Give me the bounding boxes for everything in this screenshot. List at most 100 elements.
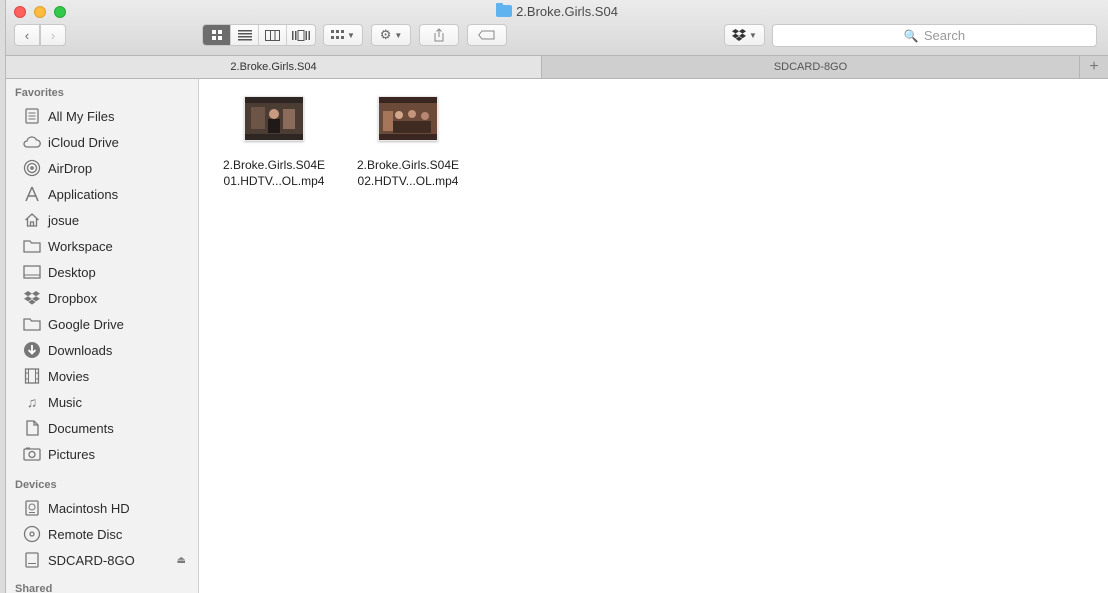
- sidebar-item-dropbox[interactable]: Dropbox: [22, 287, 192, 309]
- sidebar-item-pictures[interactable]: Pictures: [22, 443, 192, 465]
- coverflow-view-button[interactable]: [287, 25, 315, 45]
- plus-icon: +: [1089, 58, 1099, 75]
- back-button[interactable]: ‹: [14, 24, 40, 46]
- sidebar-item-movies[interactable]: Movies: [22, 365, 192, 387]
- dropbox-icon: [732, 29, 747, 41]
- sidebar-item-all-my-files[interactable]: All My Files: [22, 105, 192, 127]
- sidebar-item-label: Pictures: [48, 446, 95, 462]
- sidebar-item-label: Desktop: [48, 264, 96, 280]
- chevron-left-icon: ‹: [24, 27, 30, 43]
- dropbox-menu-button[interactable]: ▼: [724, 24, 765, 46]
- list-view-icon: [237, 29, 252, 40]
- search-field[interactable]: 🔍 Search: [772, 24, 1097, 47]
- sidebar-item-label: All My Files: [48, 108, 115, 124]
- video-thumbnail-image: [245, 97, 303, 140]
- sidebar-item-label: SDCARD-8GO: [48, 552, 135, 568]
- sidebar-item-label: Movies: [48, 368, 90, 384]
- sidebar-item-documents[interactable]: Documents: [22, 417, 192, 439]
- sidebar-section-devices: Devices: [15, 479, 57, 491]
- sidebar-item-label: Documents: [48, 420, 114, 436]
- sidebar-item-label: Music: [48, 394, 82, 410]
- file-browser: 2.Broke.Girls.S04E 01.HDTV...OL.mp4 2.Br…: [199, 79, 1108, 593]
- sidebar-item-workspace[interactable]: Workspace: [22, 235, 192, 257]
- sidebar-item-sdcard-8go[interactable]: SDCARD-8GO ⏏: [22, 549, 192, 571]
- folder-icon: [22, 237, 42, 255]
- pictures-icon: [22, 445, 42, 463]
- sidebar-item-label: Downloads: [48, 342, 113, 358]
- chevron-down-icon: ▼: [394, 30, 403, 40]
- new-tab-button[interactable]: +: [1079, 56, 1108, 78]
- column-view-button[interactable]: [259, 25, 287, 45]
- icon-view-icon: [211, 30, 222, 40]
- sidebar-item-label: Dropbox: [48, 290, 98, 306]
- share-button[interactable]: [419, 24, 459, 46]
- all-files-icon: [22, 107, 42, 125]
- sidebar-item-label: Macintosh HD: [48, 500, 130, 516]
- column-view-icon: [265, 29, 280, 41]
- sidebar: Favorites All My Files iCloud Drive AirD…: [6, 79, 199, 593]
- music-icon: ♫: [26, 394, 38, 410]
- chevron-down-icon: ▼: [347, 30, 355, 40]
- home-icon: [22, 211, 42, 229]
- sidebar-item-label: Remote Disc: [48, 526, 123, 542]
- tab-label: SDCARD-8GO: [773, 61, 848, 73]
- documents-icon: [22, 419, 42, 437]
- tag-icon: [478, 30, 495, 40]
- sidebar-item-music[interactable]: ♫ Music: [22, 391, 192, 413]
- window-title: 2.Broke.Girls.S04: [6, 3, 1108, 19]
- sidebar-item-applications[interactable]: Applications: [22, 183, 192, 205]
- file-name-line-1: 2.Broke.Girls.S04E: [356, 158, 460, 172]
- coverflow-view-icon: [292, 29, 310, 41]
- hard-drive-icon: [22, 499, 42, 517]
- sidebar-item-label: Google Drive: [48, 316, 124, 332]
- file-name: 2.Broke.Girls.S04E 01.HDTV...OL.mp4: [214, 157, 334, 189]
- sidebar-item-google-drive[interactable]: Google Drive: [22, 313, 192, 335]
- desktop-icon: [22, 263, 42, 281]
- eject-icon[interactable]: ⏏: [177, 555, 186, 566]
- tab-sdcard-8go[interactable]: SDCARD-8GO: [543, 56, 1078, 78]
- file-name-line-1: 2.Broke.Girls.S04E: [222, 158, 326, 172]
- tab-label: 2.Broke.Girls.S04: [230, 61, 317, 73]
- chevron-right-icon: ›: [50, 27, 56, 43]
- title-bar: 2.Broke.Girls.S04 ‹ › ▼ ⚙ ▼ ▼ 🔍 Search: [6, 0, 1108, 56]
- sidebar-item-icloud-drive[interactable]: iCloud Drive: [22, 131, 192, 153]
- sidebar-item-remote-disc[interactable]: Remote Disc: [22, 523, 192, 545]
- view-mode-control: [202, 24, 316, 46]
- forward-button[interactable]: ›: [40, 24, 66, 46]
- disc-icon: [22, 525, 42, 543]
- movies-icon: [22, 367, 42, 385]
- file-name: 2.Broke.Girls.S04E 02.HDTV...OL.mp4: [348, 157, 468, 189]
- finder-window: 2.Broke.Girls.S04 ‹ › ▼ ⚙ ▼ ▼ 🔍 Search 2…: [6, 0, 1108, 593]
- tag-button[interactable]: [467, 24, 507, 46]
- sidebar-section-favorites: Favorites: [15, 87, 64, 99]
- dropbox-icon: [22, 289, 42, 307]
- arrange-button[interactable]: ▼: [323, 24, 363, 46]
- sidebar-section-shared: Shared: [15, 583, 53, 593]
- share-icon: [434, 28, 444, 42]
- sidebar-item-macintosh-hd[interactable]: Macintosh HD: [22, 497, 192, 519]
- applications-icon: [22, 185, 42, 203]
- sidebar-item-label: josue: [48, 212, 80, 228]
- tab-bar: 2.Broke.Girls.S04 SDCARD-8GO +: [6, 56, 1108, 79]
- sidebar-item-desktop[interactable]: Desktop: [22, 261, 192, 283]
- sidebar-item-josue[interactable]: josue: [22, 209, 192, 231]
- action-button[interactable]: ⚙ ▼: [371, 24, 411, 46]
- chevron-down-icon: ▼: [749, 30, 757, 40]
- video-thumbnail: [378, 96, 438, 141]
- icon-view-button[interactable]: [203, 25, 231, 45]
- tab-2-broke-girls-s04[interactable]: 2.Broke.Girls.S04: [6, 56, 542, 78]
- window-title-text: 2.Broke.Girls.S04: [516, 4, 618, 19]
- gear-icon: ⚙: [379, 27, 392, 42]
- downloads-icon: [22, 341, 42, 359]
- sidebar-item-label: Applications: [48, 186, 119, 202]
- file-name-line-2: 01.HDTV...OL.mp4: [223, 174, 325, 188]
- sidebar-item-label: AirDrop: [48, 160, 93, 176]
- video-thumbnail-image: [379, 97, 437, 140]
- video-thumbnail: [244, 96, 304, 141]
- sidebar-item-downloads[interactable]: Downloads: [22, 339, 192, 361]
- sidebar-item-airdrop[interactable]: AirDrop: [22, 157, 192, 179]
- search-icon: 🔍: [903, 28, 919, 43]
- cloud-icon: [22, 133, 42, 151]
- list-view-button[interactable]: [231, 25, 259, 45]
- folder-icon: [496, 3, 513, 17]
